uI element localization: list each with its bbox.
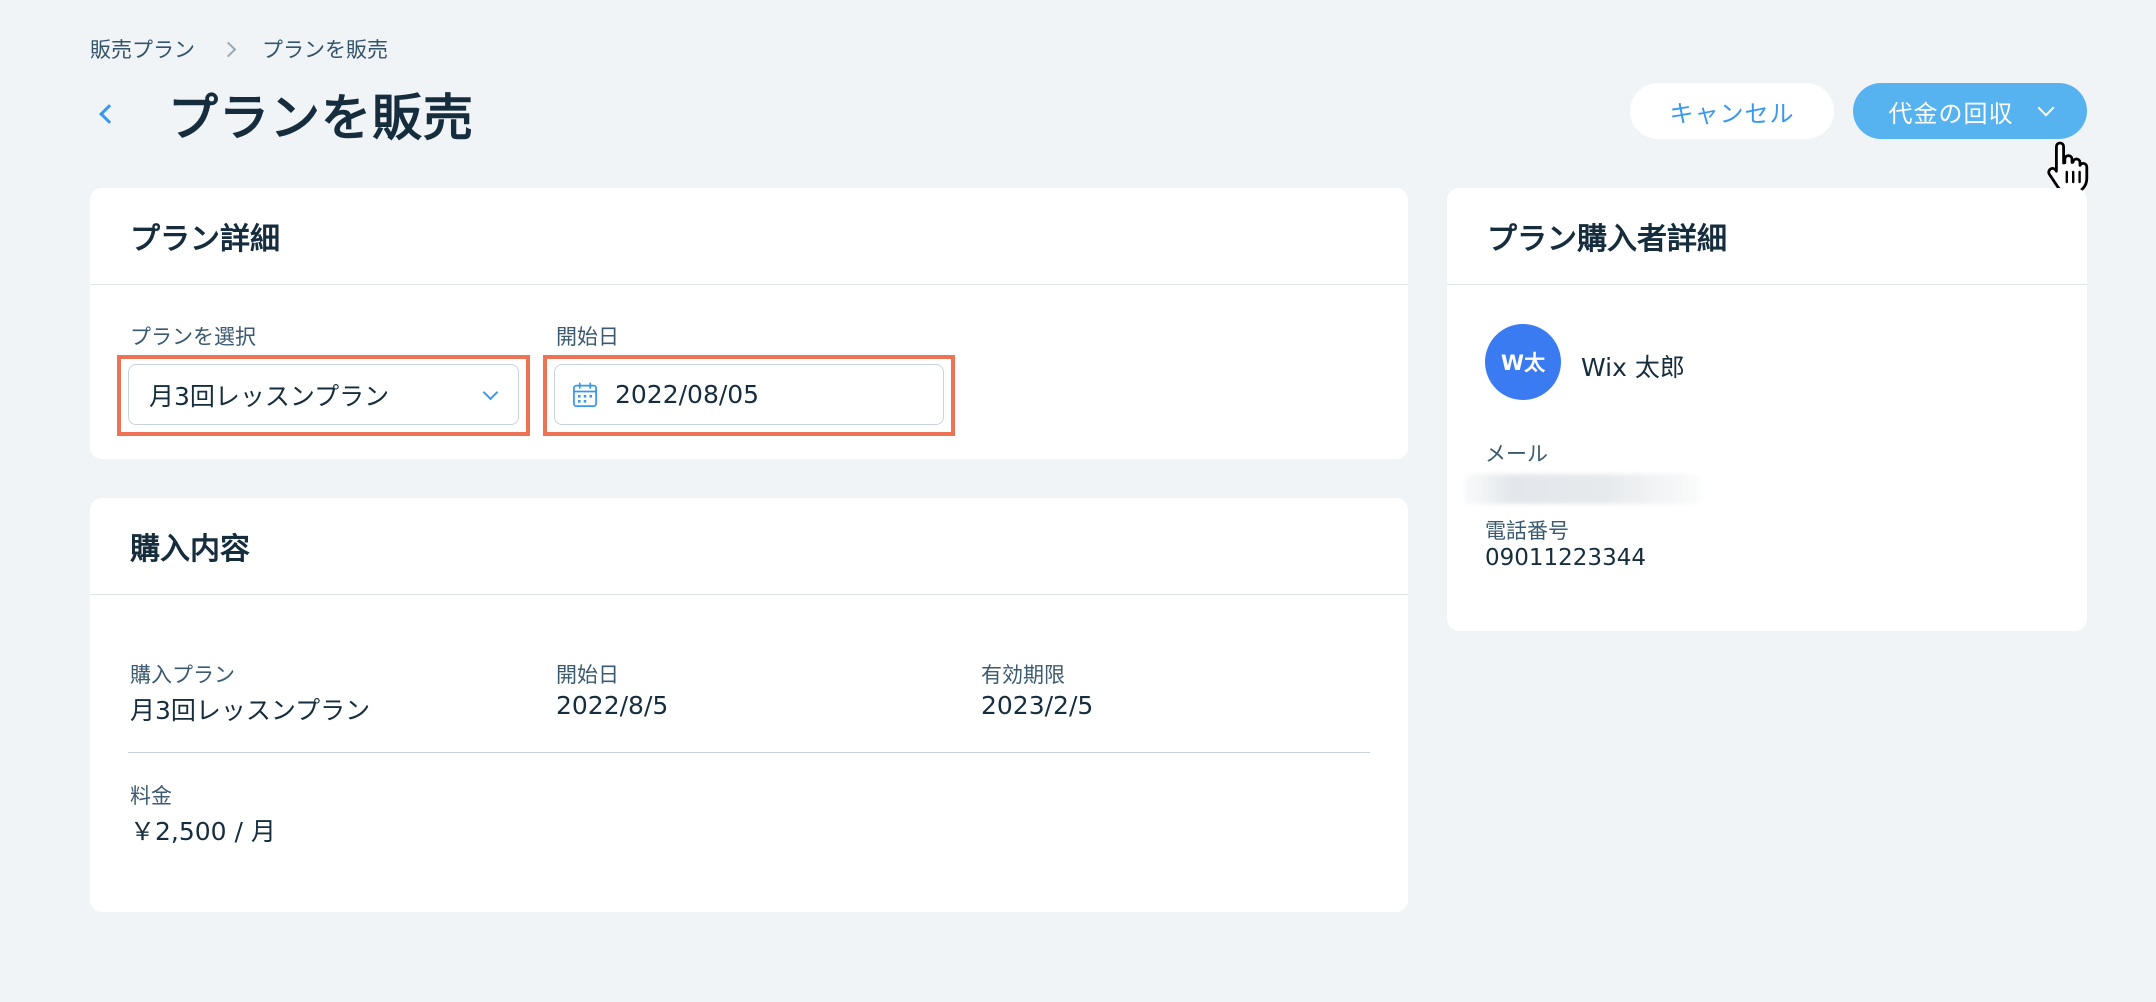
purchase-details-card: 購入内容 購入プラン 月3回レッスンプラン 開始日 2022/8/5 有効期限 …: [90, 498, 1408, 912]
start-date-label: 開始日: [556, 325, 619, 349]
plan-select-label: プランを選択: [130, 325, 256, 349]
plan-select-dropdown[interactable]: 月3回レッスンプラン: [128, 364, 519, 425]
cancel-button[interactable]: キャンセル: [1630, 83, 1834, 139]
purchased-plan-label: 購入プラン: [130, 663, 235, 687]
breadcrumb-current: プランを販売: [262, 38, 388, 62]
breadcrumb-parent-link[interactable]: 販売プラン: [90, 34, 195, 64]
purchased-plan-value: 月3回レッスンプラン: [130, 696, 371, 725]
chevron-left-icon: [99, 104, 119, 124]
purchase-start-value: 2022/8/5: [556, 691, 669, 720]
chevron-down-icon: [482, 384, 499, 401]
phone-value: 09011223344: [1485, 545, 1646, 571]
collect-payment-label: 代金の回収: [1888, 100, 2014, 128]
start-date-input[interactable]: 2022/08/05: [554, 364, 944, 425]
purchase-details-title: 購入内容: [90, 498, 1408, 595]
buyer-details-card: プラン購入者詳細 W太 Wix 太郎 メール 電話番号 09011223344: [1447, 188, 2087, 631]
start-date-value: 2022/08/05: [615, 380, 760, 409]
buyer-name: Wix 太郎: [1581, 353, 1685, 382]
phone-label: 電話番号: [1485, 519, 1569, 543]
plan-details-card: プラン詳細 プランを選択 月3回レッスンプラン 開始日 2022/08/05: [90, 188, 1408, 459]
collect-payment-button[interactable]: 代金の回収: [1853, 83, 2087, 139]
avatar: W太: [1485, 324, 1561, 400]
expiry-value: 2023/2/5: [981, 691, 1094, 720]
chevron-right-icon: [220, 41, 237, 57]
price-label: 料金: [130, 784, 172, 808]
buyer-details-title: プラン購入者詳細: [1447, 188, 2087, 285]
breadcrumb: 販売プラン プランを販売: [90, 34, 388, 64]
price-value: ￥2,500 / 月: [130, 817, 276, 846]
divider: [128, 752, 1370, 753]
page-header: プランを販売: [90, 78, 474, 150]
page-title: プランを販売: [168, 89, 474, 147]
purchase-start-label: 開始日: [556, 663, 619, 687]
email-label: メール: [1485, 442, 1548, 466]
calendar-icon: [573, 381, 597, 407]
plan-details-title: プラン詳細: [90, 188, 1408, 285]
chevron-down-icon: [2037, 99, 2054, 117]
plan-select-value: 月3回レッスンプラン: [149, 381, 390, 411]
email-value-redacted: [1465, 474, 1701, 504]
back-button[interactable]: [90, 94, 122, 134]
expiry-label: 有効期限: [981, 663, 1065, 687]
